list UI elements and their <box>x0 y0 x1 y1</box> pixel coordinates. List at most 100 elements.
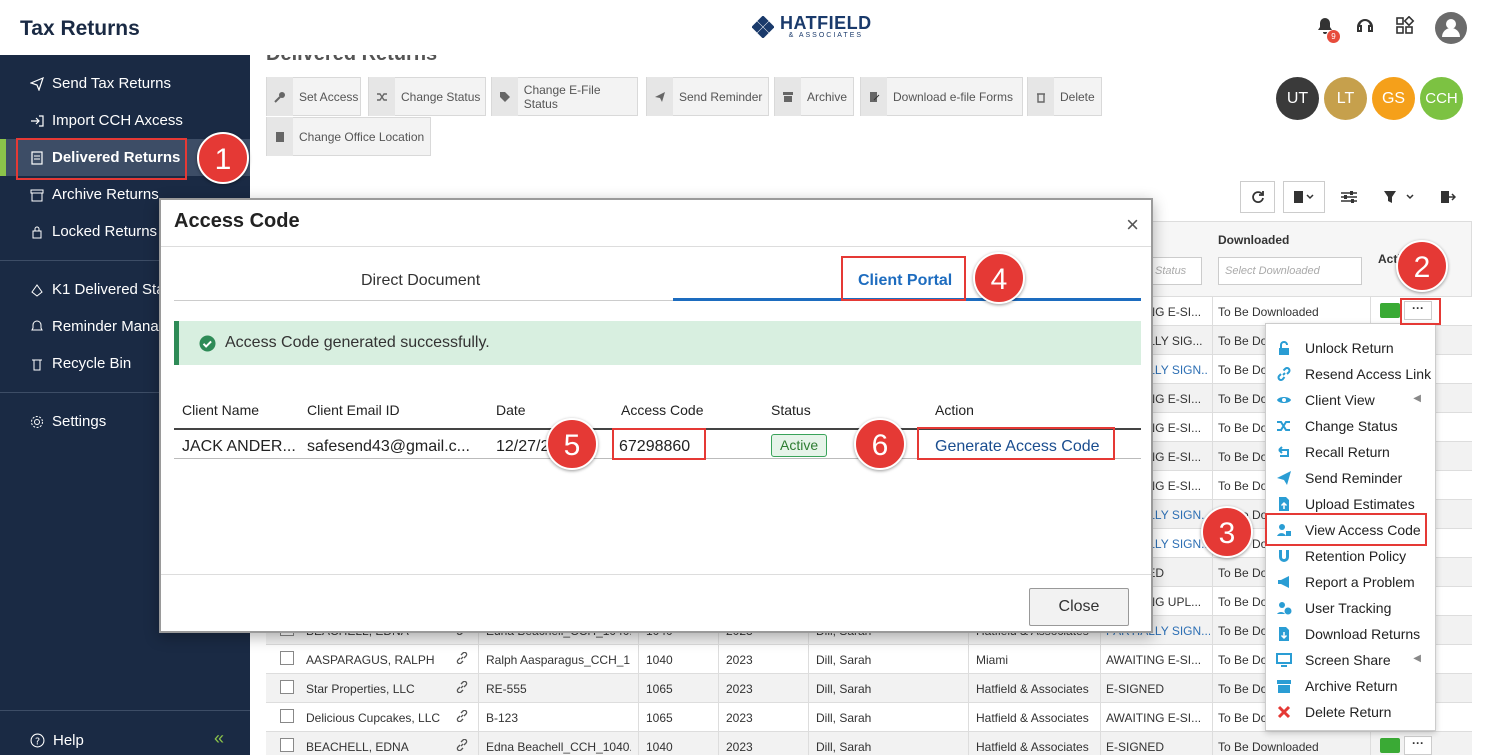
delete-button[interactable]: Delete <box>1027 77 1102 116</box>
user-clock-icon <box>1277 602 1292 615</box>
column-header-downloaded[interactable]: Downloaded <box>1218 233 1289 247</box>
user-circle-cch[interactable]: CCH <box>1420 77 1463 120</box>
client-cell: BEACHELL, EDNA <box>306 740 409 754</box>
user-circle-ut[interactable]: UT <box>1276 77 1319 120</box>
bell-icon <box>31 319 43 330</box>
menu-item-report-a-problem[interactable]: Report a Problem <box>1276 569 1415 595</box>
change-office-location-button[interactable]: Change Office Location <box>266 117 431 156</box>
more-actions-button[interactable]: ··· <box>1404 736 1432 755</box>
modal-footer-divider <box>161 574 1151 575</box>
menu-item-client-view[interactable]: Client View <box>1276 387 1375 413</box>
change-status-button[interactable]: Change Status <box>368 77 486 116</box>
link-icon[interactable] <box>456 710 468 722</box>
send-reminder-button[interactable]: Send Reminder <box>646 77 769 116</box>
sidebar-item-send-tax-returns[interactable]: Send Tax Returns <box>0 65 250 102</box>
column-divider <box>1212 645 1213 674</box>
row-checkbox[interactable] <box>280 738 294 752</box>
user-avatar[interactable] <box>1435 12 1467 44</box>
form-cell: 1040 <box>646 653 673 667</box>
link-icon[interactable] <box>456 739 468 751</box>
link-icon[interactable] <box>456 652 468 664</box>
menu-item-change-status[interactable]: Change Status <box>1276 413 1398 439</box>
modal-title: Access Code <box>174 210 300 232</box>
menu-item-recall-return[interactable]: Recall Return <box>1276 439 1390 465</box>
downloaded-cell: To Be Downloaded <box>1218 740 1319 754</box>
close-icon[interactable]: × <box>1126 212 1139 238</box>
refresh-icon <box>1251 191 1264 203</box>
key-icon <box>274 91 285 103</box>
column-divider <box>1212 732 1213 755</box>
callout-highlight-generate-access-code <box>917 427 1115 460</box>
unlock-icon <box>1279 341 1289 355</box>
apps-grid-icon[interactable] <box>1395 15 1419 40</box>
downloaded-filter-select[interactable]: Select Downloaded <box>1218 257 1362 285</box>
column-divider <box>478 703 479 732</box>
row-checkbox[interactable] <box>280 709 294 723</box>
column-divider <box>1370 732 1371 755</box>
menu-item-delete-return[interactable]: Delete Return <box>1276 699 1391 725</box>
client-name-cell: JACK ANDER... <box>182 438 296 455</box>
export-button[interactable] <box>1430 181 1466 213</box>
column-divider <box>808 703 809 732</box>
menu-item-unlock-return[interactable]: Unlock Return <box>1276 335 1394 361</box>
archive-button[interactable]: Archive <box>774 77 854 116</box>
menu-item-archive-return[interactable]: Archive Return <box>1276 673 1398 699</box>
column-header-client-email: Client Email ID <box>307 402 400 418</box>
menu-item-download-returns[interactable]: Download Returns <box>1276 621 1420 647</box>
x-icon <box>1277 705 1291 719</box>
column-divider <box>1212 355 1213 384</box>
archive-icon <box>30 189 44 201</box>
client-email-cell: safesend43@gmail.c... <box>307 438 470 455</box>
column-divider <box>1100 732 1101 755</box>
menu-item-screen-share[interactable]: Screen Share <box>1276 647 1391 673</box>
change-efile-status-button[interactable]: Change E-File Status <box>491 77 638 116</box>
client-card-icon[interactable] <box>1380 738 1400 753</box>
building-icon <box>276 131 284 142</box>
row-checkbox[interactable] <box>280 651 294 665</box>
status-cell: AWAITING E-SI... <box>1106 653 1202 667</box>
import-icon <box>31 114 44 127</box>
column-divider <box>1100 674 1101 703</box>
link-icon[interactable] <box>456 681 468 693</box>
refresh-button[interactable] <box>1240 181 1275 213</box>
user-circle-gs[interactable]: GS <box>1372 77 1415 120</box>
column-divider <box>718 703 719 732</box>
collapse-sidebar-icon[interactable]: « <box>214 728 224 749</box>
column-divider <box>718 674 719 703</box>
user-circle-lt[interactable]: LT <box>1324 77 1367 120</box>
ero-cell: Dill, Sarah <box>816 740 872 754</box>
menu-item-user-tracking[interactable]: User Tracking <box>1276 595 1391 621</box>
column-divider <box>1212 413 1213 442</box>
export-icon <box>1441 191 1456 203</box>
document-name-cell: B-123 <box>486 711 519 725</box>
column-divider <box>1212 442 1213 471</box>
tab-direct-document[interactable]: Direct Document <box>361 272 480 290</box>
paper-plane-icon <box>1277 471 1291 485</box>
menu-item-resend-access-link[interactable]: Resend Access Link <box>1276 361 1431 387</box>
headset-icon[interactable] <box>1355 16 1379 40</box>
office-cell: Hatfield & Associates <box>976 682 1089 696</box>
year-cell: 2023 <box>726 653 753 667</box>
column-divider <box>638 674 639 703</box>
gear-icon <box>31 415 43 428</box>
notification-bell-icon[interactable]: 9 <box>1315 16 1340 43</box>
export-dropdown-button[interactable] <box>1283 181 1325 213</box>
sidebar-divider <box>0 710 250 711</box>
download-efile-forms-button[interactable]: Download e-file Forms <box>860 77 1023 116</box>
column-divider <box>968 703 969 732</box>
row-checkbox[interactable] <box>280 680 294 694</box>
column-divider <box>1212 674 1213 703</box>
recall-icon <box>1278 446 1289 457</box>
table-row[interactable]: BEACHELL, EDNA Edna Beachell_CCH_1040... 1… <box>266 732 1472 755</box>
column-settings-button[interactable] <box>1330 181 1368 213</box>
menu-item-send-reminder[interactable]: Send Reminder <box>1276 465 1402 491</box>
menu-item-retention-policy[interactable]: Retention Policy <box>1276 543 1406 569</box>
status-filter-select[interactable]: Status <box>1150 257 1202 285</box>
close-button[interactable]: Close <box>1029 588 1129 626</box>
status-cell: E-SIGNED <box>1106 682 1165 696</box>
client-card-icon[interactable] <box>1380 303 1400 318</box>
filter-dropdown-button[interactable] <box>1374 181 1426 213</box>
file-signature-icon <box>870 91 880 102</box>
set-access-button[interactable]: Set Access <box>266 77 361 116</box>
help-link[interactable]: ? Help <box>30 732 84 749</box>
